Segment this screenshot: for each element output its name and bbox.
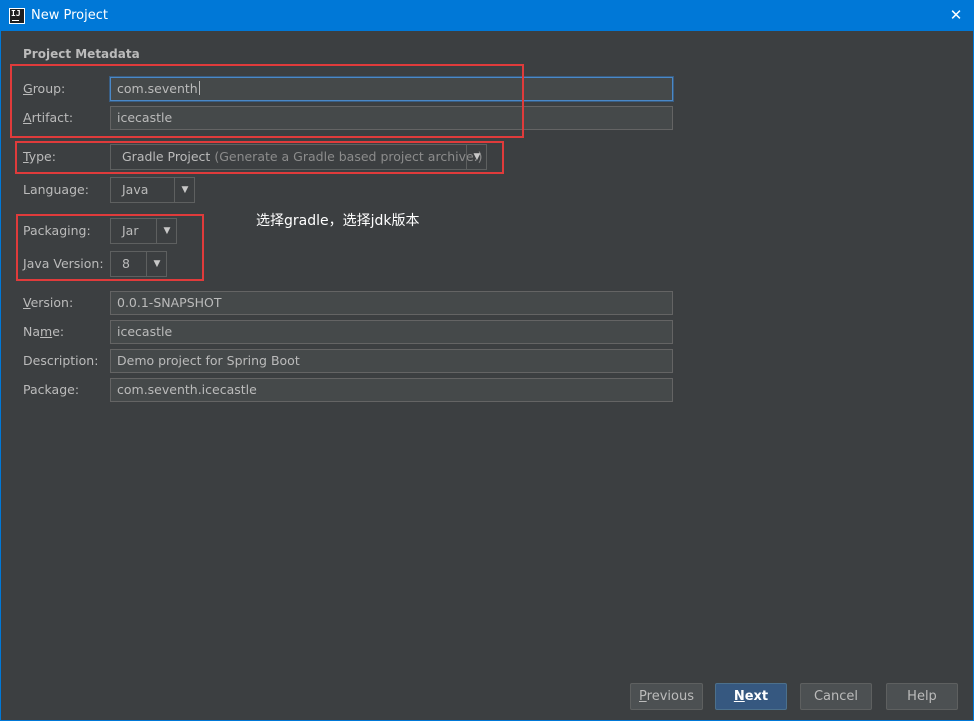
window-border-left (0, 31, 1, 721)
version-field[interactable]: 0.0.1-SNAPSHOT (110, 291, 673, 315)
cancel-button[interactable]: Cancel (800, 683, 872, 710)
language-combo[interactable]: Java ▼ (110, 177, 195, 203)
highlight-type (15, 141, 504, 174)
package-field[interactable]: com.seventh.icecastle (110, 378, 673, 402)
highlight-group-artifact (10, 64, 524, 138)
close-icon[interactable]: ✕ (938, 0, 974, 31)
description-label: Description: (23, 353, 99, 368)
window-title: New Project (31, 8, 108, 23)
name-label: Name: (23, 324, 65, 339)
highlight-packaging-version (16, 214, 204, 281)
next-button[interactable]: Next (715, 683, 787, 710)
section-title: Project Metadata (23, 47, 140, 61)
intellij-app-icon: IJ (9, 8, 25, 24)
annotation-text: 选择gradle，选择jdk版本 (256, 213, 420, 229)
language-value: Java (122, 182, 149, 197)
version-label: Version: (23, 295, 74, 310)
title-bar: IJ New Project ✕ (0, 0, 974, 31)
description-field[interactable]: Demo project for Spring Boot (110, 349, 673, 373)
name-field[interactable]: icecastle (110, 320, 673, 344)
previous-button[interactable]: Previous (630, 683, 703, 710)
chevron-down-icon[interactable]: ▼ (175, 178, 195, 202)
help-button[interactable]: Help (886, 683, 958, 710)
language-label: Language: (23, 182, 89, 197)
package-label: Package: (23, 382, 80, 397)
